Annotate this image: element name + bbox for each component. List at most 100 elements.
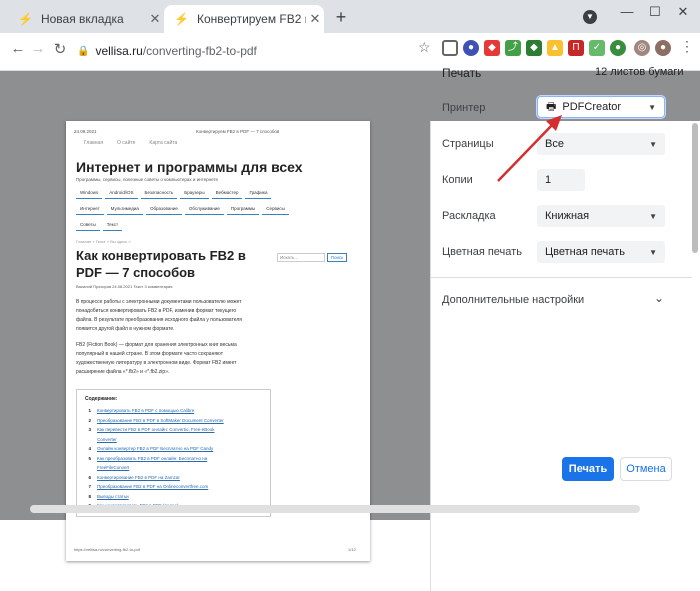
toc-title: Содержание:: [85, 396, 118, 402]
print-button[interactable]: Печать: [562, 457, 614, 481]
chevron-down-icon: ▼: [649, 211, 657, 221]
preview-site-subtitle: Программы, сервисы, полезные советы о ко…: [76, 177, 218, 182]
new-tab-button[interactable]: +: [330, 7, 352, 29]
close-tab-icon[interactable]: ✕: [146, 11, 164, 27]
extension-8-icon[interactable]: ✓: [589, 40, 605, 56]
forward-icon[interactable]: →: [28, 40, 48, 57]
color-label: Цветная печать: [442, 246, 522, 258]
toc-link: Converter: [97, 436, 117, 442]
preview-article-title-2: PDF — 7 способов: [76, 265, 196, 280]
preview-header-title: Конвертируем FB2 в PDF — 7 способов: [196, 129, 280, 134]
tab-active[interactable]: ⚡ Конвертируем FB2 в PDF — 7 сп ✕: [164, 5, 324, 33]
color-select[interactable]: Цветная печать ▼: [537, 241, 665, 263]
address-bar[interactable]: 🔒 vellisa.ru /converting-fb2-to-pdf: [69, 38, 449, 64]
arrow-shaft: [497, 122, 555, 182]
text-line: понадобиться конвертировать FB2 в PDF, и…: [76, 308, 237, 314]
menu-item: Советы: [76, 219, 100, 231]
print-settings-panel: [430, 121, 700, 591]
print-preview-page: 24.08.2021 Конвертируем FB2 в PDF — 7 сп…: [66, 121, 370, 561]
bookmark-star-icon[interactable]: ☆: [418, 39, 431, 56]
extension-3-icon[interactable]: ◆: [484, 40, 500, 56]
url-path: /converting-fb2-to-pdf: [142, 44, 257, 58]
back-icon[interactable]: ←: [8, 40, 28, 57]
menu-item: Безопасность: [140, 187, 178, 199]
copies-label: Копии: [442, 174, 473, 186]
close-window-button[interactable]: ✕: [670, 4, 696, 20]
layout-select[interactable]: Книжная ▼: [537, 205, 665, 227]
horizontal-scrollbar[interactable]: [30, 505, 640, 513]
preview-article-title-1: Как конвертировать FB2 в: [76, 248, 246, 263]
menu-item: Текст: [102, 219, 123, 231]
menu-item: Образование: [145, 203, 182, 215]
reload-icon[interactable]: ↻: [50, 40, 70, 58]
tab-new-tab[interactable]: ⚡ Новая вкладка ✕: [8, 5, 164, 33]
toc-row: 8 Выводы статьи: [85, 492, 262, 502]
chevron-down-icon[interactable]: ⌄: [654, 291, 664, 305]
maximize-button[interactable]: ☐: [642, 4, 668, 20]
extension-6-icon[interactable]: ▲: [547, 40, 563, 56]
extension-10-icon[interactable]: ◎: [634, 40, 650, 56]
cancel-button[interactable]: Отмена: [620, 457, 672, 481]
extension-2-icon[interactable]: ●: [463, 40, 479, 56]
avatar[interactable]: ●: [655, 40, 671, 56]
lightning-icon: ⚡: [174, 12, 189, 26]
toc-row: 6 Конвертирование FB2 в PDF на Zamzar: [85, 473, 262, 483]
preview-top-links: Главная О сайте Карта сайта: [84, 140, 177, 146]
menu-item: Браузеры: [180, 187, 209, 199]
chevron-down-icon: ▼: [649, 247, 657, 257]
printer-value: PDFCreator: [562, 101, 622, 113]
panel-scrollbar[interactable]: [692, 123, 698, 253]
text-line: В процессе работы с электронными докумен…: [76, 299, 242, 305]
toc-row: 5 Как преобразовать FB2 в PDF онлайн: Бес…: [85, 454, 262, 464]
extension-4-icon[interactable]: ⤴: [505, 40, 521, 56]
toc-link: Выводы статьи: [97, 493, 129, 499]
toc-number: 6: [88, 474, 91, 480]
extension-1-icon[interactable]: [442, 40, 458, 56]
url-host: vellisa.ru: [95, 44, 143, 58]
tab-label: Конвертируем FB2 в PDF — 7 сп: [196, 12, 306, 26]
toc-link: Преобразование FB2 в PDF в SoftMaker Doc…: [97, 417, 224, 423]
menu-item: Программы: [226, 203, 260, 215]
top-link: Карта сайта: [149, 140, 178, 146]
chevron-down-icon: ▼: [648, 102, 656, 112]
lock-icon: 🔒: [77, 45, 90, 57]
text-line: художественную литературу в электронном …: [76, 360, 237, 366]
tab-search-icon[interactable]: ▼: [583, 10, 597, 24]
lightning-icon: ⚡: [18, 12, 33, 26]
text-line: популярный в нашей стране. В этом формат…: [76, 351, 223, 357]
extension-7-icon[interactable]: П: [568, 40, 584, 56]
text-line: расширение файла «*.fb2» и «*.fb2.zip».: [76, 369, 170, 375]
preview-search-box: Искать...: [277, 253, 325, 262]
extension-5-icon[interactable]: ◆: [526, 40, 542, 56]
toc-number: 4: [88, 446, 91, 452]
pages-label: Страницы: [442, 138, 494, 150]
preview-footer-url: https://vellisa.ru/converting-fb2-to-pdf: [74, 547, 140, 552]
menu-item: Интернет: [76, 203, 104, 215]
preview-search-button: Поиск: [327, 253, 347, 262]
minimize-button[interactable]: —: [614, 4, 640, 19]
toc-link: Как преобразовать FB2 в PDF онлайн: Бесп…: [97, 455, 208, 461]
chevron-down-icon: ▼: [649, 139, 657, 149]
extension-9-icon[interactable]: ●: [610, 40, 626, 56]
text-line: FB2 (Fiction Book) — формат для хранения…: [76, 342, 237, 348]
printer-label: Принтер: [442, 102, 486, 114]
toc-link: Онлайн конвертер FB2 в PDF Бесплатно на …: [97, 446, 214, 452]
sheet-count: 12 листов бумаги: [595, 66, 684, 78]
toc-row: 3 Как перевести FB2 в PDF онлайн: Convert…: [85, 425, 262, 435]
more-settings-toggle[interactable]: Дополнительные настройки: [442, 294, 584, 306]
layout-label: Раскладка: [442, 210, 496, 222]
preview-breadcrumb: Главная » Текст » Вы здесь »: [76, 239, 131, 244]
toc-number: 3: [88, 427, 91, 433]
menu-item: Графика: [245, 187, 272, 199]
menu-dots-icon[interactable]: ⋮: [680, 38, 694, 55]
toc-row: 4 Онлайн конвертер FB2 в PDF Бесплатно на…: [85, 444, 262, 454]
menu-item: Android/iOS: [105, 187, 138, 199]
close-tab-icon[interactable]: ✕: [306, 11, 324, 27]
preview-menu-row-1: Windows Android/iOS Безопасность Браузер…: [76, 187, 272, 199]
top-link: О сайте: [117, 140, 136, 146]
toc-link: Конвертирование FB2 в PDF на Zamzar: [97, 474, 180, 480]
color-value: Цветная печать: [545, 246, 625, 258]
toc-link: Преобразование FB2 в PDF на Onlineconver…: [97, 484, 209, 490]
menu-item: Обслуживание: [184, 203, 224, 215]
print-title: Печать: [442, 66, 482, 80]
